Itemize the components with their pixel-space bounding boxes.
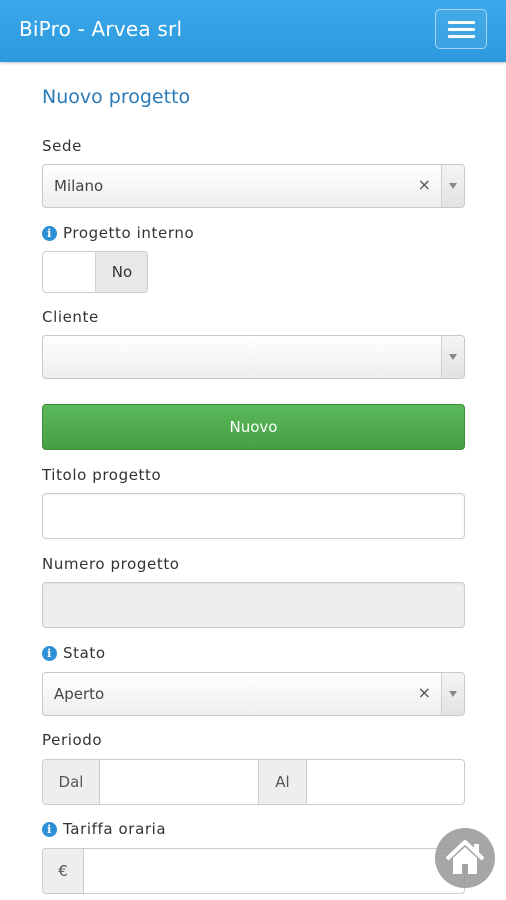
- hamburger-icon-bar: [448, 35, 475, 38]
- chevron-down-icon[interactable]: [441, 336, 464, 378]
- titolo-input[interactable]: [42, 493, 465, 539]
- cliente-label: Cliente: [42, 308, 99, 326]
- stato-select[interactable]: Aperto ×: [42, 672, 465, 716]
- tariffa-input[interactable]: [84, 849, 464, 893]
- tariffa-label: i Tariffa oraria: [42, 820, 166, 838]
- currency-addon: €: [43, 849, 84, 893]
- stato-label: i Stato: [42, 644, 106, 662]
- info-icon[interactable]: i: [42, 646, 57, 661]
- periodo-group: Dal Al: [42, 759, 465, 805]
- progetto-interno-label-text: Progetto interno: [63, 224, 195, 242]
- home-icon: [445, 840, 485, 874]
- stato-label-text: Stato: [63, 644, 106, 662]
- al-input[interactable]: [306, 760, 464, 804]
- al-addon: Al: [258, 760, 307, 804]
- cliente-select[interactable]: [42, 335, 465, 379]
- sede-select[interactable]: Milano ×: [42, 164, 465, 208]
- page-title: Nuovo progetto: [42, 86, 191, 108]
- periodo-label: Periodo: [42, 731, 103, 749]
- app-title[interactable]: BiPro - Arvea srl: [19, 17, 182, 41]
- numero-input: [42, 582, 465, 628]
- clear-icon[interactable]: ×: [418, 175, 431, 194]
- hamburger-icon-bar: [448, 21, 475, 24]
- toggle-knob: No: [95, 252, 147, 292]
- menu-button[interactable]: [435, 9, 487, 49]
- sede-value: Milano: [54, 177, 104, 195]
- chevron-down-icon[interactable]: [441, 673, 464, 715]
- info-icon[interactable]: i: [42, 822, 57, 837]
- home-button[interactable]: [435, 828, 495, 888]
- dal-input[interactable]: [100, 760, 258, 804]
- info-icon[interactable]: i: [42, 226, 57, 241]
- stato-value: Aperto: [54, 685, 105, 703]
- sede-label: Sede: [42, 137, 82, 155]
- progetto-interno-toggle[interactable]: No: [42, 251, 148, 293]
- progetto-interno-label: i Progetto interno: [42, 224, 194, 242]
- dal-addon: Dal: [43, 760, 100, 804]
- nuovo-button[interactable]: Nuovo: [42, 404, 465, 450]
- tariffa-label-text: Tariffa oraria: [63, 820, 167, 838]
- toggle-value: No: [111, 263, 133, 281]
- tariffa-group: €: [42, 848, 465, 894]
- navbar: BiPro - Arvea srl: [0, 0, 506, 62]
- titolo-label: Titolo progetto: [42, 466, 162, 484]
- clear-icon[interactable]: ×: [418, 683, 431, 702]
- numero-label: Numero progetto: [42, 555, 180, 573]
- hamburger-icon-bar: [448, 28, 475, 31]
- chevron-down-icon[interactable]: [441, 165, 464, 207]
